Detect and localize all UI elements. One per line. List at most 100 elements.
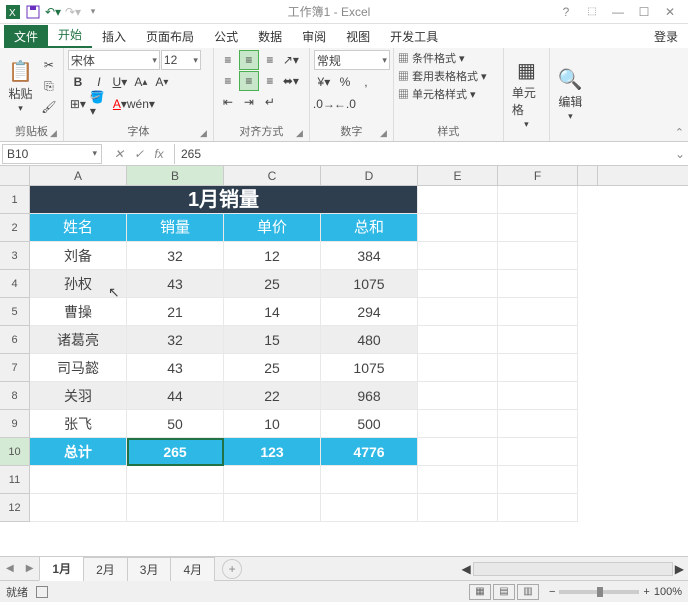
row-header[interactable]: 11: [0, 466, 30, 494]
wrap-text-icon[interactable]: ↵: [260, 92, 280, 112]
row-header[interactable]: 10: [0, 438, 30, 466]
formula-bar[interactable]: 265: [174, 144, 672, 164]
cell[interactable]: 10: [224, 410, 321, 438]
percent-icon[interactable]: %: [335, 72, 355, 92]
cell[interactable]: 张飞: [30, 410, 127, 438]
save-icon[interactable]: [24, 3, 42, 21]
row-header[interactable]: 3: [0, 242, 30, 270]
redo-icon[interactable]: ↷▾: [64, 3, 82, 21]
table-header[interactable]: 总和: [321, 214, 418, 242]
table-header[interactable]: 姓名: [30, 214, 127, 242]
page-break-view-icon[interactable]: ▥: [517, 584, 539, 600]
edit-button[interactable]: 🔍编辑▾: [554, 50, 587, 138]
close-icon[interactable]: ✕: [660, 3, 680, 21]
cell[interactable]: 43: [127, 270, 224, 298]
cell[interactable]: 14: [224, 298, 321, 326]
sheet-tab[interactable]: 3月: [127, 557, 172, 581]
decrease-indent-icon[interactable]: ⇤: [218, 92, 238, 112]
sign-in[interactable]: 登录: [644, 25, 688, 48]
cell[interactable]: 123: [224, 438, 321, 466]
scroll-right-icon[interactable]: ▶: [675, 562, 684, 576]
phonetic-button[interactable]: wén▾: [131, 94, 151, 114]
cell[interactable]: 曹操: [30, 298, 127, 326]
help-icon[interactable]: ?: [556, 3, 576, 21]
dialog-launcher-icon[interactable]: ◢: [380, 128, 387, 139]
enter-formula-icon[interactable]: ✓: [130, 147, 148, 161]
cell[interactable]: 25: [224, 354, 321, 382]
sheet-nav-prev-icon[interactable]: ◀: [0, 563, 20, 574]
format-as-table-button[interactable]: ▦ 套用表格格式 ▾: [398, 68, 499, 84]
col-header[interactable]: C: [224, 166, 321, 185]
dialog-launcher-icon[interactable]: ◢: [296, 128, 303, 139]
name-box[interactable]: B10▾: [2, 144, 102, 164]
tab-insert[interactable]: 插入: [92, 25, 136, 48]
new-sheet-button[interactable]: +: [222, 559, 242, 579]
copy-icon[interactable]: ⎘: [39, 76, 59, 96]
col-header[interactable]: [578, 166, 598, 185]
align-right-icon[interactable]: ≡: [260, 71, 280, 91]
maximize-icon[interactable]: ☐: [634, 3, 654, 21]
cell[interactable]: 孙权: [30, 270, 127, 298]
active-cell[interactable]: 265: [127, 438, 224, 466]
normal-view-icon[interactable]: ▦: [469, 584, 491, 600]
italic-button[interactable]: I: [89, 72, 109, 92]
select-all-corner[interactable]: [0, 166, 30, 185]
col-header[interactable]: D: [321, 166, 418, 185]
expand-formula-bar-icon[interactable]: ⌄: [672, 147, 688, 161]
cell[interactable]: 1075: [321, 354, 418, 382]
fx-icon[interactable]: fx: [150, 147, 168, 161]
cell-styles-button[interactable]: ▦ 单元格样式 ▾: [398, 86, 499, 102]
dialog-launcher-icon[interactable]: ◢: [200, 128, 207, 139]
row-header[interactable]: 7: [0, 354, 30, 382]
cell[interactable]: 25: [224, 270, 321, 298]
cell[interactable]: 43: [127, 354, 224, 382]
qat-customize-icon[interactable]: ▾: [84, 3, 102, 21]
cell[interactable]: 500: [321, 410, 418, 438]
bold-button[interactable]: B: [68, 72, 88, 92]
number-format-combo[interactable]: 常规▾: [314, 50, 390, 70]
tab-data[interactable]: 数据: [248, 25, 292, 48]
decrease-font-icon[interactable]: A▾: [152, 72, 172, 92]
tab-layout[interactable]: 页面布局: [136, 25, 204, 48]
tab-file[interactable]: 文件: [4, 25, 48, 48]
row-header[interactable]: 8: [0, 382, 30, 410]
cell[interactable]: 22: [224, 382, 321, 410]
cell[interactable]: 关羽: [30, 382, 127, 410]
fill-color-button[interactable]: 🪣▾: [89, 94, 109, 114]
col-header[interactable]: F: [498, 166, 578, 185]
page-layout-view-icon[interactable]: ▤: [493, 584, 515, 600]
cell[interactable]: 1075: [321, 270, 418, 298]
merge-icon[interactable]: ⬌▾: [281, 71, 301, 91]
scroll-left-icon[interactable]: ◀: [462, 562, 471, 576]
cell[interactable]: 4776: [321, 438, 418, 466]
align-top-icon[interactable]: ≡: [218, 50, 238, 70]
cell[interactable]: 480: [321, 326, 418, 354]
minimize-icon[interactable]: —: [608, 3, 628, 21]
cell[interactable]: 21: [127, 298, 224, 326]
conditional-format-button[interactable]: ▦ 条件格式 ▾: [398, 50, 499, 66]
col-header[interactable]: B: [127, 166, 224, 185]
cell[interactable]: 诸葛亮: [30, 326, 127, 354]
sheet-tab[interactable]: 1月: [39, 556, 84, 581]
sheet-nav-next-icon[interactable]: ▶: [20, 563, 40, 574]
currency-icon[interactable]: ¥▾: [314, 72, 334, 92]
underline-button[interactable]: U▾: [110, 72, 130, 92]
align-middle-icon[interactable]: ≡: [239, 50, 259, 70]
cell[interactable]: 12: [224, 242, 321, 270]
font-size-combo[interactable]: 12▾: [161, 50, 201, 70]
table-header[interactable]: 单价: [224, 214, 321, 242]
zoom-in-icon[interactable]: +: [643, 586, 649, 598]
sheet-tab[interactable]: 2月: [83, 557, 128, 581]
macro-record-icon[interactable]: [36, 586, 48, 598]
cells-button[interactable]: ▦单元格▾: [508, 50, 545, 138]
zoom-out-icon[interactable]: −: [549, 586, 555, 598]
horizontal-scrollbar[interactable]: [473, 562, 673, 576]
cell[interactable]: 968: [321, 382, 418, 410]
col-header[interactable]: E: [418, 166, 498, 185]
cell[interactable]: 刘备: [30, 242, 127, 270]
increase-decimal-icon[interactable]: .0→: [314, 94, 334, 114]
sheet-tab[interactable]: 4月: [170, 557, 215, 581]
tab-formula[interactable]: 公式: [204, 25, 248, 48]
cell[interactable]: 总计: [30, 438, 127, 466]
border-button[interactable]: ⊞▾: [68, 94, 88, 114]
